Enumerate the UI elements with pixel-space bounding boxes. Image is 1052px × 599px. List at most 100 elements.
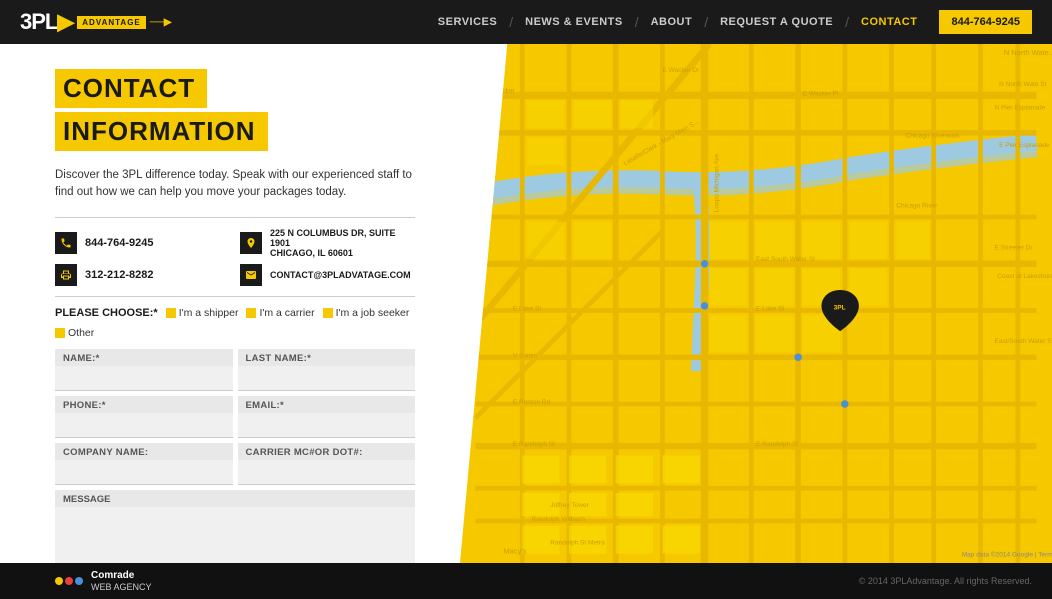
email-text: CONTACT@3PLADVATAGE.COM xyxy=(270,270,411,280)
divider2 xyxy=(55,296,415,297)
content-area: CONTACT INFORMATION Discover the 3PL dif… xyxy=(0,44,1052,563)
svg-text:E Ronton Rd: E Ronton Rd xyxy=(513,399,551,406)
nav-request-quote[interactable]: REQUEST A QUOTE xyxy=(708,16,845,28)
company-field: COMPANY NAME: xyxy=(55,443,233,485)
radio-carrier[interactable]: I'm a carrier xyxy=(246,307,314,319)
nav-phone[interactable]: 844-764-9245 xyxy=(939,10,1032,34)
logo-tagline: ──▶ xyxy=(150,17,172,28)
nav-contact[interactable]: CONTACT xyxy=(849,16,929,28)
title-line2: INFORMATION xyxy=(55,112,268,151)
svg-text:E Lake St: E Lake St xyxy=(513,306,542,313)
svg-text:Macy's: Macy's xyxy=(504,547,527,556)
fax-icon xyxy=(55,264,77,286)
svg-text:Randolph Wabash: Randolph Wabash xyxy=(532,516,586,523)
email-label: EMAIL:* xyxy=(238,396,416,413)
carrier-label: CARRIER MC#OR DOT#: xyxy=(238,443,416,460)
carrier-field: CARRIER MC#OR DOT#: xyxy=(238,443,416,485)
radio-shipper[interactable]: I'm a shipper xyxy=(166,307,239,319)
email-item: CONTACT@3PLADVATAGE.COM xyxy=(240,264,415,286)
email-field: EMAIL:* xyxy=(238,396,416,438)
logo: 3PL▶ ADVANTAGE ──▶ xyxy=(20,9,172,35)
contact-description: Discover the 3PL difference today. Speak… xyxy=(55,167,415,202)
phone-label: PHONE:* xyxy=(55,396,233,413)
svg-text:E Wacker Dr: E Wacker Dr xyxy=(662,67,700,74)
title-line1: CONTACT xyxy=(55,69,207,108)
header: 3PL▶ ADVANTAGE ──▶ SERVICES / NEWS & EVE… xyxy=(0,0,1052,44)
radio-job-seeker[interactable]: I'm a job seeker xyxy=(323,307,410,319)
radio-other-box[interactable] xyxy=(55,328,65,338)
svg-text:E Wacker Pl: E Wacker Pl xyxy=(803,90,839,97)
svg-text:V Suites: V Suites xyxy=(513,352,538,359)
svg-text:Chicago River: Chicago River xyxy=(896,203,938,210)
radio-job-seeker-box[interactable] xyxy=(323,308,333,318)
phone1-item: 844-764-9245 xyxy=(55,228,230,258)
radio-other[interactable]: Other xyxy=(55,327,94,339)
svg-text:East/South Water Street: East/South Water Street xyxy=(994,338,1052,345)
footer-agency: Comrade WEB AGENCY xyxy=(91,570,152,593)
choose-label: PLEASE CHOOSE:* xyxy=(55,307,158,319)
company-input[interactable] xyxy=(55,460,233,485)
contact-title: CONTACT INFORMATION xyxy=(55,69,430,155)
left-panel: CONTACT INFORMATION Discover the 3PL dif… xyxy=(0,44,460,563)
main-nav: SERVICES / NEWS & EVENTS / ABOUT / REQUE… xyxy=(426,10,1032,34)
lastname-field: LAST NAME:* xyxy=(238,349,416,391)
carrier-input[interactable] xyxy=(238,460,416,485)
phone2-item: 312-212-8282 xyxy=(55,264,230,286)
svg-text:N North Wate St: N North Wate St xyxy=(999,81,1046,88)
svg-text:E Pier Esplanade: E Pier Esplanade xyxy=(999,142,1050,149)
nav-news[interactable]: NEWS & EVENTS xyxy=(513,16,635,28)
address-text: 225 N COLUMBUS DR, SUITE 1901 CHICAGO, I… xyxy=(270,228,415,258)
svg-text:East South Water St: East South Water St xyxy=(756,256,815,263)
dot-red xyxy=(65,577,73,585)
footer-left: Comrade WEB AGENCY xyxy=(55,570,152,593)
email-input[interactable] xyxy=(238,413,416,438)
message-textarea[interactable] xyxy=(55,507,415,564)
map-container: Loopo Michigan Ave Lasalle/Clark - Mary … xyxy=(460,44,1052,563)
address-icon xyxy=(240,232,262,254)
svg-text:N Pier Esplanade: N Pier Esplanade xyxy=(994,104,1045,111)
phone1-icon xyxy=(55,232,77,254)
email-icon xyxy=(240,264,262,286)
svg-text:Map data ©2014 Google | Terms: Map data ©2014 Google | Terms of Use xyxy=(962,550,1052,558)
svg-text:Loopo Michigan Ave: Loopo Michigan Ave xyxy=(714,153,721,212)
radio-shipper-box[interactable] xyxy=(166,308,176,318)
address-item: 225 N COLUMBUS DR, SUITE 1901 CHICAGO, I… xyxy=(240,228,415,258)
message-label: MESSAGE xyxy=(55,490,415,507)
svg-text:W Wacker: W Wacker xyxy=(485,88,516,95)
svg-text:Randolph St Metra: Randolph St Metra xyxy=(550,539,605,546)
lastname-input[interactable] xyxy=(238,366,416,391)
form-grid: NAME:* LAST NAME:* PHONE:* EMAIL:* COMPA… xyxy=(55,349,415,485)
logo-badge: ADVANTAGE xyxy=(77,16,145,29)
message-area: MESSAGE xyxy=(55,490,415,564)
company-label: COMPANY NAME: xyxy=(55,443,233,460)
lastname-label: LAST NAME:* xyxy=(238,349,416,366)
svg-text:E Randolph St: E Randolph St xyxy=(756,441,798,448)
footer-logo-icon xyxy=(55,577,83,585)
divider1 xyxy=(55,217,415,218)
contact-info-grid: 844-764-9245 225 N COLUMBUS DR, SUITE 19… xyxy=(55,228,415,286)
nav-about[interactable]: ABOUT xyxy=(639,16,705,28)
svg-text:E Streeter Dr: E Streeter Dr xyxy=(994,245,1033,252)
svg-text:Joffrey Tower: Joffrey Tower xyxy=(550,502,589,509)
page-wrapper: 3PL▶ ADVANTAGE ──▶ SERVICES / NEWS & EVE… xyxy=(0,0,1052,599)
phone1-text: 844-764-9245 xyxy=(85,237,154,249)
phone2-text: 312-212-8282 xyxy=(85,269,154,281)
map-svg: Loopo Michigan Ave Lasalle/Clark - Mary … xyxy=(460,44,1052,563)
svg-text:E Randolph St: E Randolph St xyxy=(513,441,555,448)
dot-blue xyxy=(75,577,83,585)
dot-yellow xyxy=(55,577,63,585)
footer-copyright: © 2014 3PLAdvantage. All rights Reserved… xyxy=(859,576,1032,586)
svg-text:3PL: 3PL xyxy=(834,305,846,312)
svg-text:Coast at Lakeshore East: Coast at Lakeshore East xyxy=(997,273,1052,280)
svg-text:N North Wate...: N North Wate... xyxy=(1004,48,1052,57)
logo-3pl: 3PL▶ xyxy=(20,9,73,35)
map-area[interactable]: Loopo Michigan Ave Lasalle/Clark - Mary … xyxy=(460,44,1052,563)
name-label: NAME:* xyxy=(55,349,233,366)
name-input[interactable] xyxy=(55,366,233,391)
svg-text:E Lake St: E Lake St xyxy=(756,306,785,313)
radio-carrier-box[interactable] xyxy=(246,308,256,318)
phone-input[interactable] xyxy=(55,413,233,438)
footer-bar: Comrade WEB AGENCY © 2014 3PLAdvantage. … xyxy=(0,563,1052,599)
phone-field: PHONE:* xyxy=(55,396,233,438)
nav-services[interactable]: SERVICES xyxy=(426,16,509,28)
